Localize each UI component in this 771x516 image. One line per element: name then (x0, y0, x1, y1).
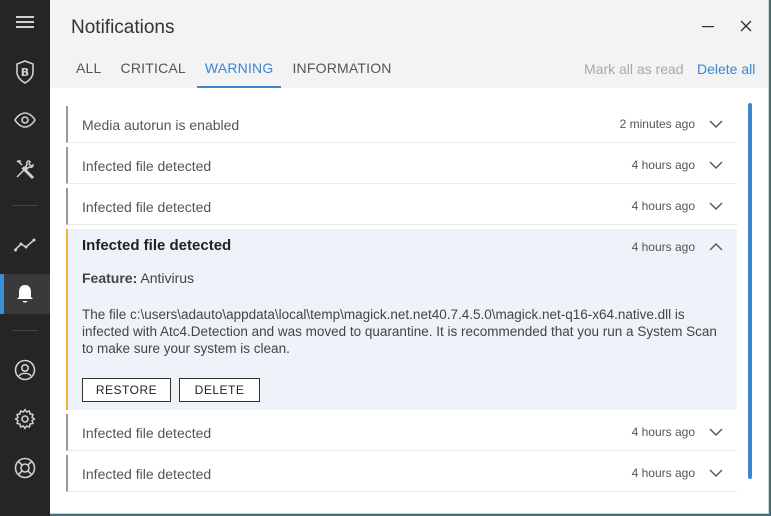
sidebar-item-support[interactable] (0, 448, 50, 488)
mark-all-read-link[interactable]: Mark all as read (584, 61, 684, 77)
notification-time: 4 hours ago (631, 158, 695, 172)
tab-information[interactable]: INFORMATION (284, 50, 399, 88)
restore-button[interactable]: RESTORE (82, 378, 171, 402)
sidebar: B (0, 0, 50, 516)
tab-bar: ALL CRITICAL WARNING INFORMATION (68, 50, 403, 88)
menu-button[interactable] (0, 2, 50, 42)
notifications-window: Notifications ALL CRITICAL WARNING INFOR… (50, 0, 769, 514)
sidebar-item-dashboard[interactable]: B (0, 52, 50, 92)
chevron-up-icon[interactable] (709, 242, 723, 252)
notification-time: 4 hours ago (631, 425, 695, 439)
close-icon (740, 20, 752, 32)
delete-all-link[interactable]: Delete all (697, 61, 755, 77)
scrollbar-thumb[interactable] (748, 103, 752, 479)
notification-time: 4 hours ago (631, 240, 695, 254)
tab-warning[interactable]: WARNING (196, 50, 282, 88)
notification-item[interactable]: Infected file detected 4 hours ago (66, 455, 737, 492)
notification-title: Media autorun is enabled (82, 117, 240, 133)
window-header: Notifications ALL CRITICAL WARNING INFOR… (50, 0, 768, 88)
activity-icon (14, 238, 36, 252)
minimize-icon (702, 26, 714, 28)
notification-list: Media autorun is enabled 2 minutes ago I… (66, 106, 737, 496)
sidebar-item-privacy[interactable] (0, 100, 50, 140)
sidebar-item-account[interactable] (0, 350, 50, 390)
tab-all[interactable]: ALL (68, 50, 110, 88)
menu-icon (16, 16, 34, 28)
sidebar-separator (12, 330, 38, 331)
user-icon (14, 359, 36, 381)
sidebar-separator (12, 205, 38, 206)
notification-time: 4 hours ago (631, 466, 695, 480)
chevron-down-icon[interactable] (709, 160, 723, 170)
delete-button[interactable]: DELETE (179, 378, 260, 402)
notification-title: Infected file detected (82, 158, 212, 174)
tab-critical[interactable]: CRITICAL (113, 50, 194, 88)
notification-description: The file c:\users\adauto\appdata\local\t… (82, 307, 717, 356)
notification-title: Infected file detected (82, 199, 212, 215)
notification-item[interactable]: Infected file detected 4 hours ago (66, 147, 737, 184)
chevron-down-icon[interactable] (709, 201, 723, 211)
tools-icon (16, 160, 35, 180)
lifebuoy-icon (14, 457, 36, 479)
notification-feature: Feature: Antivirus (82, 270, 194, 286)
notification-time: 4 hours ago (631, 199, 695, 213)
sidebar-item-settings[interactable] (0, 399, 50, 439)
chevron-down-icon[interactable] (709, 468, 723, 478)
eye-icon (14, 112, 36, 128)
minimize-button[interactable] (696, 14, 720, 38)
notification-item[interactable]: Infected file detected 4 hours ago (66, 188, 737, 225)
sidebar-item-notifications[interactable] (0, 274, 50, 314)
logo-letter: B (21, 66, 29, 79)
notification-title: Infected file detected (82, 425, 212, 441)
notification-title: Infected file detected (82, 237, 232, 254)
feature-value: Antivirus (140, 270, 195, 286)
gear-icon (14, 408, 36, 430)
chevron-down-icon[interactable] (709, 427, 723, 437)
chevron-down-icon[interactable] (709, 119, 723, 129)
notification-time: 2 minutes ago (619, 117, 695, 131)
notification-item[interactable]: Media autorun is enabled 2 minutes ago (66, 106, 737, 143)
window-title: Notifications (71, 17, 175, 38)
notification-item[interactable]: Infected file detected 4 hours ago (66, 414, 737, 451)
sidebar-item-utilities[interactable] (0, 149, 50, 189)
close-button[interactable] (734, 14, 758, 38)
notification-title: Infected file detected (82, 466, 212, 482)
feature-label: Feature: (82, 270, 138, 286)
notification-item-expanded: Infected file detected 4 hours ago Featu… (66, 229, 737, 410)
bitdefender-logo-icon: B (16, 60, 34, 84)
sidebar-item-reports[interactable] (0, 225, 50, 265)
bell-icon (17, 285, 33, 303)
